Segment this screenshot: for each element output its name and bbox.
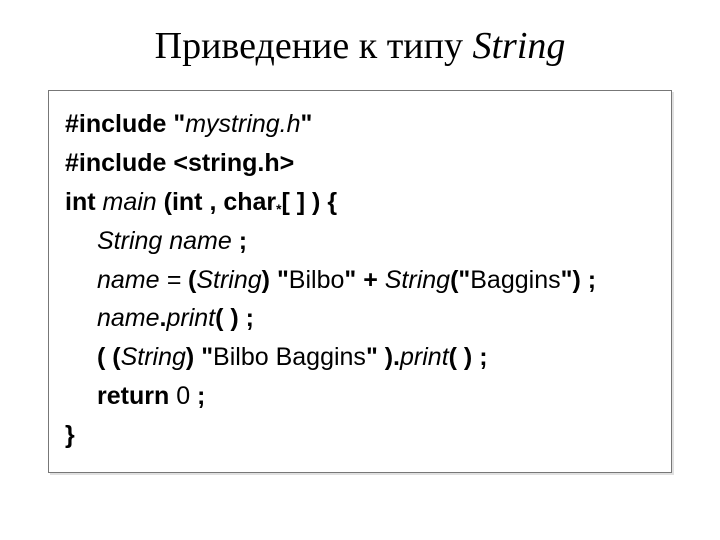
- code-text: String: [121, 343, 186, 371]
- code-line-5: name = (String) "Bilbo" + String("Baggin…: [65, 261, 655, 300]
- code-text: 0: [176, 382, 190, 410]
- code-text: ;: [190, 382, 205, 410]
- code-line-7: ( (String) "Bilbo Baggins" ).print( ) ;: [65, 338, 655, 377]
- code-line-4: String name ;: [65, 222, 655, 261]
- code-text: int: [65, 188, 103, 216]
- code-text: Baggins: [470, 266, 560, 294]
- slide: Приведение к типу String #include "mystr…: [0, 0, 720, 540]
- title-prefix: Приведение к типу: [155, 25, 473, 67]
- code-text: ) ": [186, 343, 213, 371]
- code-text: name =: [97, 266, 188, 294]
- code-text: (int , char: [157, 188, 276, 216]
- code-text: Bilbo: [289, 266, 345, 294]
- code-text: print: [400, 343, 449, 371]
- code-text: .: [160, 304, 167, 332]
- code-box: #include "mystring.h" #include <string.h…: [48, 90, 672, 473]
- code-text: String: [385, 266, 450, 294]
- title-italic: String: [472, 25, 565, 67]
- code-text: }: [65, 421, 75, 449]
- code-text: print: [167, 304, 216, 332]
- code-text: main: [103, 188, 157, 216]
- code-text: ") ;: [561, 266, 596, 294]
- code-text: ( ) ;: [215, 304, 254, 332]
- code-text: mystring.h: [185, 110, 300, 138]
- code-text: ( ) ;: [449, 343, 488, 371]
- slide-title: Приведение к типу String: [48, 24, 672, 68]
- code-text: ( (: [97, 343, 121, 371]
- code-line-9: }: [65, 416, 655, 455]
- code-text: (": [450, 266, 470, 294]
- code-text: return: [97, 382, 176, 410]
- code-text: #include ": [65, 110, 185, 138]
- code-text: ": [301, 110, 313, 138]
- code-text: [ ] ) {: [282, 188, 338, 216]
- code-text: ) ": [262, 266, 289, 294]
- code-line-1: #include "mystring.h": [65, 105, 655, 144]
- code-line-8: return 0 ;: [65, 377, 655, 416]
- code-text: Bilbo Baggins: [213, 343, 366, 371]
- code-line-3: int main (int , char*[ ] ) {: [65, 183, 655, 222]
- code-text: " ).: [366, 343, 400, 371]
- code-text: #include <string.h>: [65, 149, 294, 177]
- code-text: " +: [344, 266, 384, 294]
- code-line-6: name.print( ) ;: [65, 299, 655, 338]
- code-text: ;: [232, 227, 247, 255]
- code-text: *: [276, 202, 281, 217]
- code-text: String: [196, 266, 261, 294]
- code-text: name: [97, 304, 160, 332]
- code-text: String name: [97, 227, 232, 255]
- code-line-2: #include <string.h>: [65, 144, 655, 183]
